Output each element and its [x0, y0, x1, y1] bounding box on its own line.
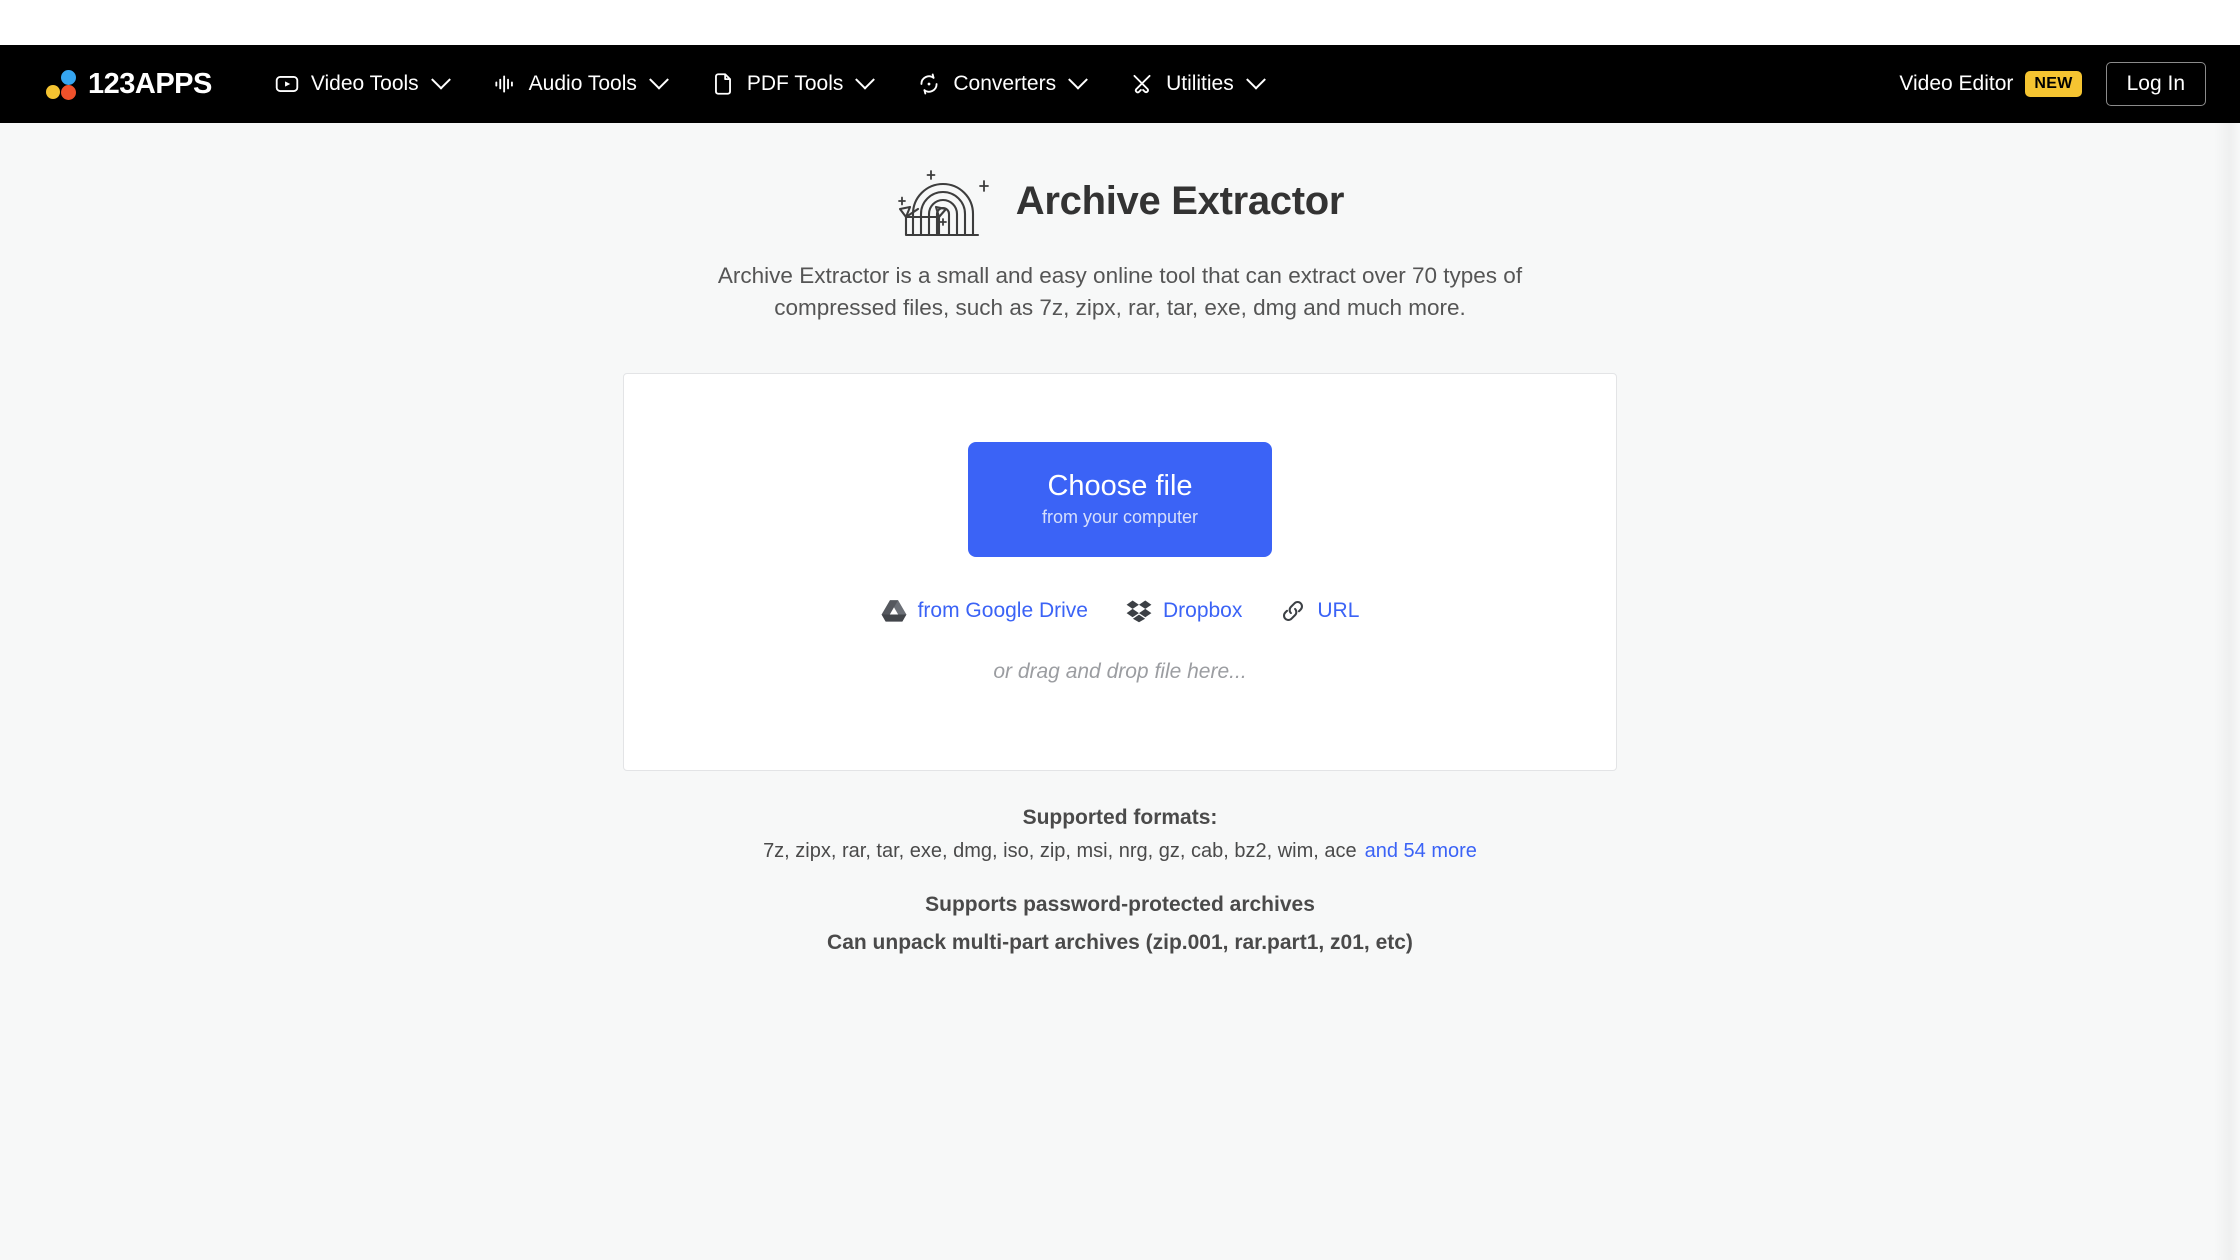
- choose-file-button[interactable]: Choose file from your computer: [968, 441, 1272, 557]
- url-source-link[interactable]: URL: [1280, 598, 1359, 624]
- page-subtitle: Archive Extractor is a small and easy on…: [717, 263, 1523, 320]
- source-label: URL: [1317, 598, 1360, 622]
- page-content: 123APPS Video Tools Audio Tools PDF Tool…: [0, 45, 2240, 1260]
- choose-file-sublabel: from your computer: [1041, 506, 1199, 527]
- file-source-links: from Google Drive Dropbox URL: [881, 598, 1359, 624]
- tools-cross-icon: [1129, 71, 1155, 97]
- supported-formats-section: Supported formats: 7z, zipx, rar, tar, e…: [763, 806, 1477, 955]
- nav-label: PDF Tools: [746, 72, 844, 95]
- multipart-archives-note: Can unpack multi-part archives (zip.001,…: [827, 930, 1413, 954]
- supported-formats-title: Supported formats:: [1022, 805, 1218, 829]
- audio-waveform-icon: [492, 71, 518, 97]
- document-page-icon: [710, 71, 736, 97]
- nav-item-video-tools[interactable]: Video Tools: [252, 63, 470, 105]
- nav-label: Audio Tools: [528, 72, 637, 95]
- nav-item-converters[interactable]: Converters: [894, 63, 1107, 105]
- video-editor-link[interactable]: Video Editor NEW: [1899, 71, 2082, 97]
- main-content: Archive Extractor Archive Extractor is a…: [0, 123, 2240, 955]
- page-title: Archive Extractor: [1015, 178, 1345, 223]
- source-label: from Google Drive: [917, 598, 1088, 622]
- logo-text: 123APPS: [88, 67, 212, 100]
- site-header: 123APPS Video Tools Audio Tools PDF Tool…: [0, 45, 2240, 123]
- chevron-down-icon: [1068, 69, 1088, 90]
- chevron-down-icon: [1245, 69, 1266, 90]
- nav-item-utilities[interactable]: Utilities: [1107, 63, 1285, 105]
- chevron-down-icon: [430, 69, 451, 90]
- logo-dots-icon: [46, 69, 77, 100]
- choose-file-label: Choose file: [1047, 470, 1193, 503]
- page-title-row: Archive Extractor: [896, 164, 1344, 238]
- rainbow-box-icon: [896, 164, 1002, 238]
- nav-item-pdf-tools[interactable]: PDF Tools: [688, 63, 894, 105]
- video-play-icon: [274, 71, 300, 97]
- main-nav: Video Tools Audio Tools PDF Tools Conver…: [252, 63, 1899, 105]
- browser-viewport: 123APPS Video Tools Audio Tools PDF Tool…: [0, 0, 2240, 1260]
- login-button[interactable]: Log In: [2105, 62, 2206, 106]
- video-editor-label: Video Editor: [1899, 72, 2014, 95]
- site-logo[interactable]: 123APPS: [46, 69, 212, 100]
- dropbox-icon: [1126, 598, 1152, 624]
- drag-drop-hint: or drag and drop file here...: [993, 659, 1247, 683]
- nav-label: Utilities: [1166, 72, 1234, 95]
- dropbox-source-link[interactable]: Dropbox: [1126, 598, 1242, 624]
- link-chain-icon: [1280, 598, 1306, 624]
- new-badge: NEW: [2025, 71, 2082, 97]
- supported-formats-list: 7z, zipx, rar, tar, exe, dmg, iso, zip, …: [763, 840, 1477, 863]
- password-protected-note: Supports password-protected archives: [925, 892, 1315, 916]
- formats-text: 7z, zipx, rar, tar, exe, dmg, iso, zip, …: [763, 839, 1357, 862]
- header-right-actions: Video Editor NEW Log In: [1899, 62, 2206, 106]
- chevron-down-icon: [648, 69, 669, 90]
- nav-label: Converters: [953, 72, 1057, 95]
- nav-label: Video Tools: [310, 72, 419, 95]
- and-more-link[interactable]: and 54 more: [1365, 840, 1477, 862]
- google-drive-source-link[interactable]: from Google Drive: [881, 598, 1088, 624]
- source-label: Dropbox: [1162, 598, 1243, 622]
- upload-dropzone-card[interactable]: Choose file from your computer from Goog: [623, 372, 1617, 771]
- nav-item-audio-tools[interactable]: Audio Tools: [470, 63, 688, 105]
- google-drive-icon: [881, 598, 907, 624]
- chevron-down-icon: [855, 69, 876, 90]
- convert-refresh-icon: [916, 71, 942, 97]
- browser-chrome-strip: [0, 0, 2240, 45]
